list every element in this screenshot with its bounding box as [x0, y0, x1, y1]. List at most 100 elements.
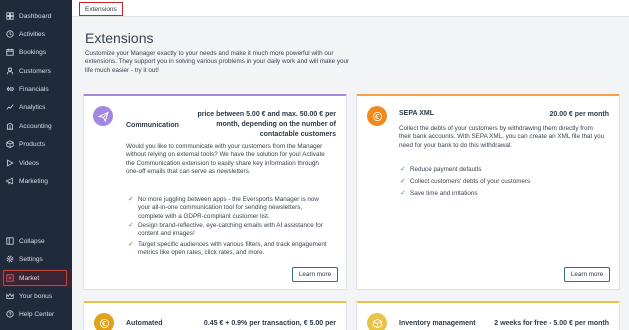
customers-icon — [6, 67, 14, 75]
sidebar-item-analytics[interactable]: Analytics — [0, 98, 72, 116]
description-line: their bank accounts. With SEPA XML, you … — [399, 133, 605, 141]
sidebar-item-label: Collapse — [19, 237, 45, 245]
top-bar: Extensions — [72, 0, 629, 17]
feature-item: ✓ Design brand-reflective, eye-catching … — [128, 222, 323, 239]
financials-icon — [6, 85, 14, 93]
feature-item: ✓ No more juggling between apps - the Ev… — [128, 196, 319, 221]
check-icon: ✓ — [128, 241, 134, 248]
sidebar-item-products[interactable]: Products — [0, 135, 72, 153]
feature-item: ✓ Save time and irritations — [400, 190, 478, 198]
sidebar-item-label: Your bonus — [19, 292, 53, 300]
description-line: the Communication extension to easily sh… — [126, 159, 319, 167]
sidebar-item-label: Customers — [19, 67, 51, 75]
feature-line: your all-in-one communication tool for s… — [138, 204, 303, 212]
sidebar-item-accounting[interactable]: Accounting — [0, 117, 72, 135]
description-line: one-off emails that can serve as newslet… — [126, 167, 251, 175]
sidebar-item-dashboard[interactable]: Dashboard — [0, 7, 72, 25]
check-icon: ✓ — [400, 166, 406, 173]
box-icon — [367, 313, 387, 330]
feature-line: No more juggling between apps - the Ever… — [138, 196, 319, 203]
sidebar-item-collapse[interactable]: Collapse — [0, 232, 72, 250]
sidebar-item-activities[interactable]: Activities — [0, 25, 72, 43]
euro-icon — [94, 313, 114, 330]
sidebar-item-customers[interactable]: Customers — [0, 62, 72, 80]
sidebar-item-label: Help Center — [19, 310, 55, 318]
feature-line: content and images! — [138, 230, 195, 238]
euro-icon — [367, 106, 387, 126]
description-line: without relying on external tools? We ha… — [126, 151, 325, 159]
sidebar-item-label: Accounting — [19, 122, 52, 130]
description-line: Collect the debts of your customers by w… — [399, 125, 593, 132]
feature-item: ✓ Reduce payment defaults — [400, 166, 481, 174]
sidebar-item-label: Analytics — [19, 103, 46, 111]
feature-line: complete with a GDPR-compliant customer … — [138, 212, 270, 220]
card-price: 20.00 € per month — [549, 111, 609, 118]
automated-card: Automated 0.45 € + 0.9% per transaction,… — [83, 301, 347, 330]
feature-line: Reduce payment defaults — [410, 166, 482, 173]
sidebar-item-help-center[interactable]: Help Center — [0, 305, 72, 323]
learn-more-button[interactable]: Learn more — [564, 267, 610, 282]
marketing-icon — [6, 177, 14, 185]
card-price: 2 weeks for free - 5.00 € per month — [494, 320, 609, 327]
sidebar-item-label: Activities — [19, 30, 46, 38]
feature-line: Target specific audiences with various f… — [138, 241, 327, 248]
check-icon: ✓ — [400, 178, 406, 185]
tab-extensions[interactable]: Extensions — [79, 2, 123, 16]
accounting-icon — [6, 122, 14, 130]
card-title: Automated — [126, 320, 163, 327]
card-price: price between 5.00 € and max. 50.00 € pe… — [186, 110, 336, 140]
price-line: month, depending on the number of — [216, 121, 336, 128]
sidebar: Dashboard Activities Bookings Customers … — [0, 0, 72, 330]
sidebar-item-label: Videos — [19, 159, 40, 167]
feature-item: ✓ Collect customers' debts of your custo… — [400, 178, 530, 186]
card-title: Inventory management — [399, 320, 476, 327]
active-item-outline — [3, 270, 67, 286]
card-description: Would you like to communicate with your … — [126, 143, 341, 176]
bookings-icon — [6, 48, 14, 56]
sidebar-item-label: Products — [19, 140, 46, 148]
page-title: Extensions — [85, 30, 154, 46]
crown-icon — [6, 292, 14, 300]
price-line: contactable customers — [259, 131, 336, 138]
feature-line: Collect customers' debts of your custome… — [410, 178, 531, 185]
analytics-icon — [6, 103, 14, 111]
sidebar-item-settings[interactable]: Settings — [0, 250, 72, 268]
card-price: 0.45 € + 0.9% per transaction, € 5.00 pe… — [203, 320, 336, 327]
feature-line: metrics like open rates, click rates, an… — [138, 249, 265, 257]
sidebar-item-label: Settings — [19, 255, 43, 263]
card-title: Communication — [126, 122, 179, 129]
sepa-xml-card: SEPA XML 20.00 € per month Collect the d… — [356, 94, 620, 290]
sidebar-item-bookings[interactable]: Bookings — [0, 43, 72, 61]
products-icon — [6, 140, 14, 148]
feature-line: Save time and irritations — [410, 190, 478, 197]
sidebar-item-bonus[interactable]: Your bonus — [0, 287, 72, 305]
price-line: price between 5.00 € and max. 50.00 € pe… — [197, 111, 336, 118]
sidebar-item-financials[interactable]: Financials — [0, 80, 72, 98]
gear-icon — [6, 255, 14, 263]
sidebar-item-videos[interactable]: Videos — [0, 154, 72, 172]
check-icon: ✓ — [128, 222, 134, 229]
videos-icon — [6, 159, 14, 167]
feature-line: Design brand-reflective, eye-catching em… — [138, 222, 323, 229]
dashboard-icon — [6, 12, 14, 20]
sidebar-item-label: Marketing — [19, 177, 48, 185]
sidebar-item-label: Dashboard — [19, 12, 52, 20]
paper-plane-icon — [93, 106, 113, 126]
card-description: Collect the debts of your customers by w… — [399, 125, 614, 150]
check-icon: ✓ — [128, 196, 134, 203]
learn-more-button[interactable]: Learn more — [292, 267, 338, 282]
sidebar-item-label: Bookings — [19, 48, 47, 56]
sidebar-item-label: Financials — [19, 85, 49, 93]
activities-icon — [6, 30, 14, 38]
check-icon: ✓ — [400, 190, 406, 197]
inventory-management-card: Inventory management 2 weeks for free - … — [356, 301, 620, 330]
collapse-icon — [6, 237, 14, 245]
card-title: SEPA XML — [399, 110, 435, 117]
help-icon — [6, 310, 14, 318]
sidebar-item-marketing[interactable]: Marketing — [0, 172, 72, 190]
description-line: need for your bank to do this withdrawal… — [399, 141, 513, 149]
communication-card: Communication price between 5.00 € and m… — [83, 94, 347, 290]
description-line: Would you like to communicate with your … — [126, 143, 323, 150]
feature-item: ✓ Target specific audiences with various… — [128, 241, 327, 258]
page-description: Customize your Manager exactly to your n… — [85, 50, 350, 74]
